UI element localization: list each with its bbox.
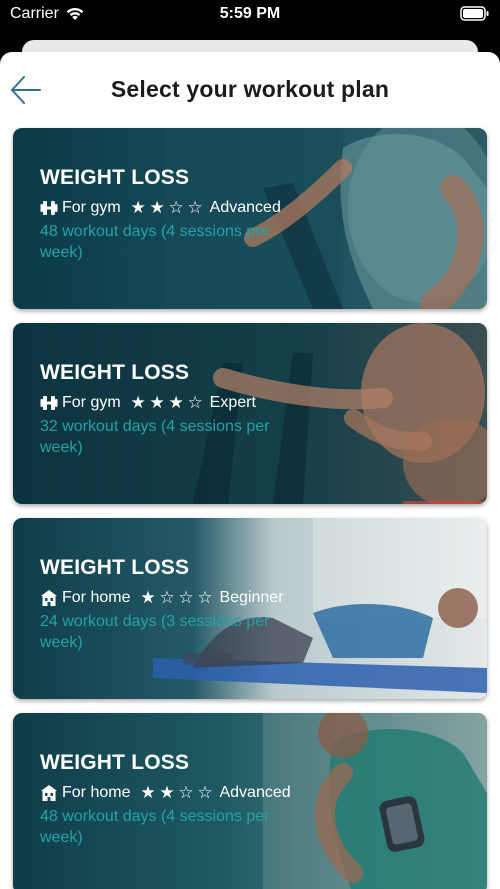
plan-description: 24 workout days (3 sessions per week) [40,613,270,651]
plan-description: 48 workout days (4 sessions per week) [40,808,270,846]
battery-icon [460,6,490,26]
star-outline-icon: ☆ [197,783,213,802]
star-outline-icon: ☆ [178,783,194,802]
dumbbell-icon [40,396,58,410]
star-outline-icon: ☆ [178,588,194,607]
difficulty-rating: ★ ☆ ☆ ☆ [138,589,214,607]
star-filled-icon: ★ [159,783,175,802]
star-outline-icon: ☆ [187,198,203,217]
plan-card[interactable]: WEIGHT LOSS For gym ★ ★ ☆ ☆ Advanced 48 wor… [13,128,487,309]
dumbbell-icon [40,201,58,215]
plan-location: For gym [62,394,121,411]
plan-description: 32 workout days (4 sessions per week) [40,418,270,456]
star-filled-icon: ★ [168,393,184,412]
plan-meta: For home ★ ★ ☆ ☆ Advanced [40,783,340,803]
plan-level: Advanced [219,784,291,801]
plan-meta: For gym ★ ★ ☆ ☆ Advanced [40,198,340,218]
plan-card[interactable]: WEIGHT LOSS For home ★ ★ ☆ ☆ Advanced 48 wo… [13,713,487,889]
star-filled-icon: ★ [130,198,146,217]
plan-location: For home [62,784,131,801]
star-filled-icon: ★ [140,588,156,607]
plan-location: For home [62,589,131,606]
card-content: WEIGHT LOSS For home ★ ★ ☆ ☆ Advanced 48 wo… [40,751,340,848]
card-content: WEIGHT LOSS For gym ★ ★ ☆ ☆ Advanced 48 wor… [40,166,340,263]
plan-card[interactable]: WEIGHT LOSS For home ★ ☆ ☆ ☆ Beginner 24 wo… [13,518,487,699]
card-content: WEIGHT LOSS For gym ★ ★ ★ ☆ Expert 32 worko… [40,361,340,458]
workout-plan-sheet: Select your workout plan WEIGHT LOSS For… [0,52,500,889]
status-bar: Carrier 5:59 PM [0,0,500,30]
plan-level: Beginner [219,589,284,606]
plan-level: Expert [209,394,256,411]
difficulty-rating: ★ ★ ★ ☆ [129,394,205,412]
plan-card[interactable]: WEIGHT LOSS For gym ★ ★ ★ ☆ Expert 32 worko… [13,323,487,504]
difficulty-rating: ★ ★ ☆ ☆ [129,199,205,217]
plan-title: WEIGHT LOSS [40,166,190,189]
plan-meta: For gym ★ ★ ★ ☆ Expert [40,393,340,413]
card-content: WEIGHT LOSS For home ★ ☆ ☆ ☆ Beginner 24 wo… [40,556,340,653]
plan-location: For gym [62,199,121,216]
star-filled-icon: ★ [149,393,165,412]
star-outline-icon: ☆ [168,198,184,217]
plan-description: 48 workout days (4 sessions per week) [40,223,270,261]
plan-title: WEIGHT LOSS [40,751,190,774]
difficulty-rating: ★ ★ ☆ ☆ [138,784,214,802]
header: Select your workout plan [0,52,500,128]
plan-title: WEIGHT LOSS [40,361,190,384]
star-filled-icon: ★ [140,783,156,802]
status-time: 5:59 PM [219,5,281,22]
star-outline-icon: ☆ [197,588,213,607]
house-icon [41,785,57,801]
plan-title: WEIGHT LOSS [40,556,190,579]
star-filled-icon: ★ [149,198,165,217]
star-filled-icon: ★ [130,393,146,412]
star-outline-icon: ☆ [159,588,175,607]
star-outline-icon: ☆ [187,393,203,412]
page-title: Select your workout plan [110,76,390,102]
plan-level: Advanced [209,199,281,216]
plan-meta: For home ★ ☆ ☆ ☆ Beginner [40,588,340,608]
house-icon [41,590,57,606]
